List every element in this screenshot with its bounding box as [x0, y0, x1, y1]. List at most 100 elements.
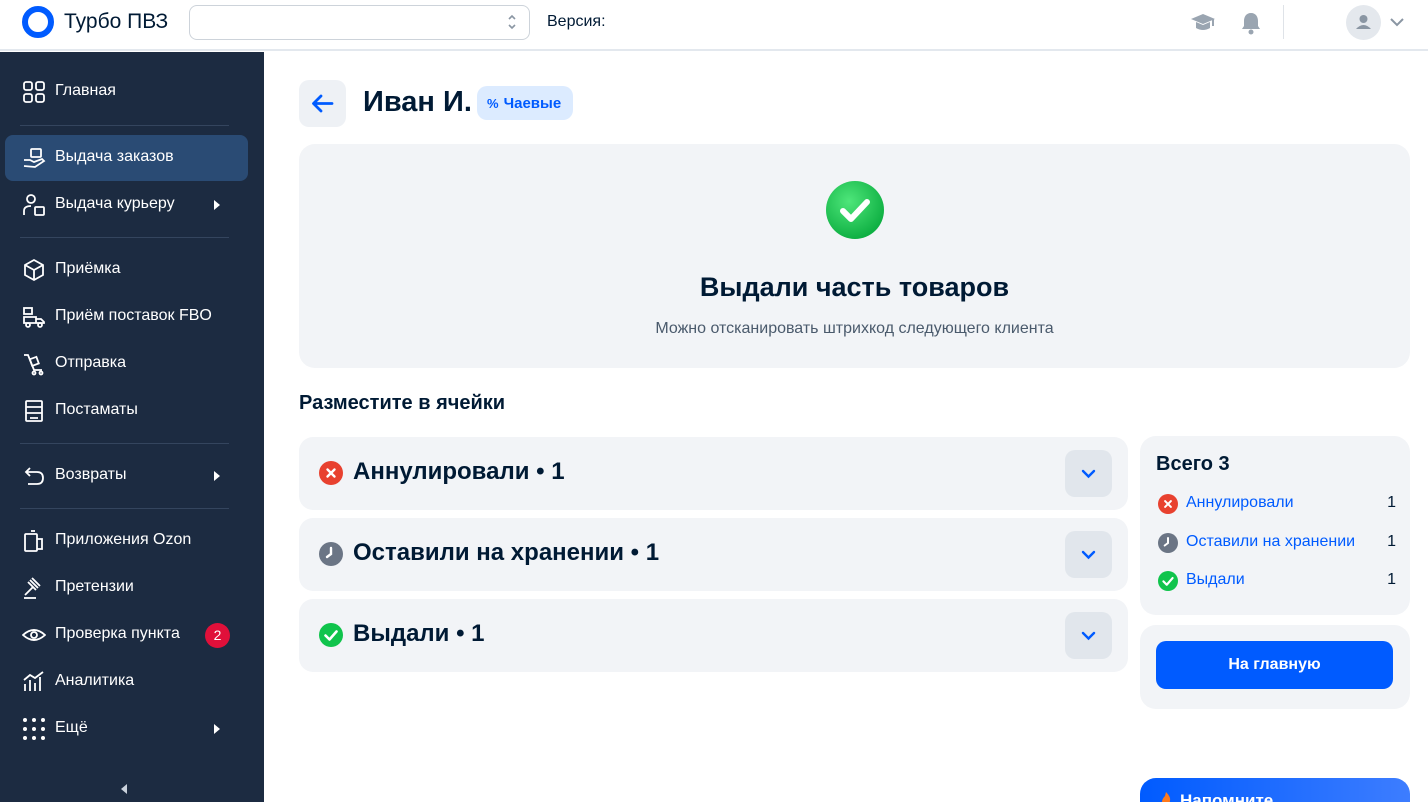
sidebar: Главная Выдача заказов Выдача курьеру Пр… [0, 52, 264, 802]
chevron-down-icon [1081, 550, 1096, 560]
success-title: Выдали часть товаров [699, 272, 1010, 302]
courier-icon [23, 194, 45, 216]
sidebar-item-more[interactable]: Ещё [5, 706, 248, 752]
cancel-circle-icon [1158, 494, 1178, 514]
return-icon [24, 467, 44, 485]
sidebar-item-ozon-apps[interactable]: Приложения Ozon [5, 518, 248, 564]
notification-badge: 2 [205, 623, 230, 648]
pickup-point-select[interactable] [189, 5, 530, 40]
back-button[interactable] [299, 80, 346, 127]
bell-icon[interactable] [1238, 10, 1264, 36]
success-subtitle: Можно отсканировать штрихкод следующего … [655, 320, 1054, 337]
group-issued[interactable]: Выдали • 1 [299, 599, 1128, 672]
summary-link[interactable]: Аннулировали [1186, 494, 1294, 512]
sidebar-item-fbo[interactable]: Приём поставок FBO [5, 294, 248, 340]
percent-icon: % [487, 95, 499, 111]
sidebar-item-label: Главная [55, 82, 116, 99]
clock-icon [1158, 533, 1178, 553]
eye-icon [22, 629, 46, 641]
postamat-icon [25, 400, 43, 422]
go-home-button[interactable]: На главную [1156, 641, 1393, 689]
sidebar-divider [20, 237, 229, 238]
success-card: Выдали часть товаров Можно отсканировать… [299, 144, 1410, 368]
sidebar-item-home[interactable]: Главная [5, 69, 248, 115]
group-cancelled[interactable]: Аннулировали • 1 [299, 437, 1128, 510]
sidebar-item-label: Приёмка [55, 260, 121, 277]
group-label: Оставили на хранении • 1 [353, 539, 660, 566]
sidebar-item-orders-issue[interactable]: Выдача заказов [5, 135, 248, 181]
sidebar-divider [20, 443, 229, 444]
caret-right-icon [214, 724, 220, 734]
customer-name: Иван И. [363, 86, 472, 118]
sidebar-item-postamats[interactable]: Постаматы [5, 388, 248, 434]
group-label: Аннулировали • 1 [353, 458, 565, 485]
sidebar-item-label: Аналитика [55, 672, 135, 689]
chevron-down-icon [1081, 469, 1096, 479]
group-storage[interactable]: Оставили на хранении • 1 [299, 518, 1128, 591]
group-label: Выдали • 1 [353, 620, 485, 647]
caret-right-icon [214, 471, 220, 481]
sidebar-item-label: Приём поставок FBO [55, 307, 212, 324]
cart-icon [24, 354, 44, 376]
cancel-circle-icon [319, 461, 343, 485]
expand-button[interactable] [1065, 612, 1112, 659]
summary-link[interactable]: Выдали [1186, 571, 1245, 589]
summary-count: 1 [1387, 571, 1396, 588]
expand-button[interactable] [1065, 450, 1112, 497]
sidebar-item-courier[interactable]: Выдача курьеру [5, 182, 248, 228]
dots-icon [23, 718, 45, 740]
select-arrows-icon [507, 13, 517, 33]
sidebar-item-label: Претензии [55, 578, 134, 595]
sidebar-item-label: Выдача курьеру [55, 195, 175, 212]
ozon-logo-icon [22, 6, 54, 38]
graduation-cap-icon[interactable] [1190, 10, 1216, 36]
sidebar-item-shipping[interactable]: Отправка [5, 341, 248, 387]
clock-icon [319, 542, 343, 566]
summary-link[interactable]: Оставили на хранении [1186, 533, 1355, 551]
app-brand: Турбо ПВЗ [64, 10, 169, 33]
sidebar-item-claims[interactable]: Претензии [5, 565, 248, 611]
sidebar-item-label: Отправка [55, 354, 126, 371]
sidebar-item-label: Ещё [55, 719, 88, 736]
hand-box-icon [23, 148, 46, 168]
section-title: Разместите в ячейки [299, 392, 506, 414]
summary-row-cancelled[interactable]: Аннулировали 1 [1158, 492, 1396, 516]
version-label: Версия: [547, 13, 606, 30]
summary-count: 1 [1387, 494, 1396, 511]
sidebar-divider [20, 125, 229, 126]
truck-icon [23, 307, 45, 328]
summary-title: Всего 3 [1156, 453, 1230, 475]
tips-badge[interactable]: % Чаевые [477, 86, 574, 120]
check-circle-icon [1158, 571, 1178, 591]
user-icon [1356, 15, 1371, 29]
chart-icon [23, 671, 44, 691]
summary-row-issued[interactable]: Выдали 1 [1158, 569, 1396, 593]
flame-icon [1162, 792, 1171, 802]
sidebar-item-label: Выдача заказов [55, 148, 174, 165]
expand-button[interactable] [1065, 531, 1112, 578]
gavel-icon [24, 577, 41, 599]
chevron-down-icon [1081, 631, 1096, 641]
promo-banner[interactable]: Напомните [1140, 778, 1410, 802]
sidebar-item-label: Проверка пункта [55, 625, 180, 642]
sidebar-item-analytics[interactable]: Аналитика [5, 659, 248, 705]
caret-right-icon [214, 200, 220, 210]
sidebar-item-returns[interactable]: Возвраты [5, 453, 248, 499]
sidebar-item-point-check[interactable]: Проверка пункта 2 [5, 612, 248, 658]
check-circle-icon [319, 623, 343, 647]
sidebar-item-receiving[interactable]: Приёмка [5, 247, 248, 293]
sidebar-item-label: Возвраты [55, 466, 127, 483]
summary-row-storage[interactable]: Оставили на хранении 1 [1158, 531, 1396, 555]
avatar[interactable] [1346, 5, 1381, 40]
home-card: На главную [1140, 625, 1410, 709]
summary-card: Всего 3 Аннулировали 1 Оставили на хране… [1140, 436, 1410, 615]
summary-count: 1 [1387, 533, 1396, 550]
grid-icon [23, 81, 45, 103]
box-icon [24, 258, 44, 282]
chevron-down-icon[interactable] [1389, 14, 1405, 30]
collapse-sidebar-icon[interactable] [121, 784, 127, 794]
sidebar-item-label: Приложения Ozon [55, 531, 192, 548]
sidebar-divider [20, 508, 229, 509]
promo-text: Напомните [1180, 791, 1274, 802]
sidebar-item-label: Постаматы [55, 401, 138, 418]
